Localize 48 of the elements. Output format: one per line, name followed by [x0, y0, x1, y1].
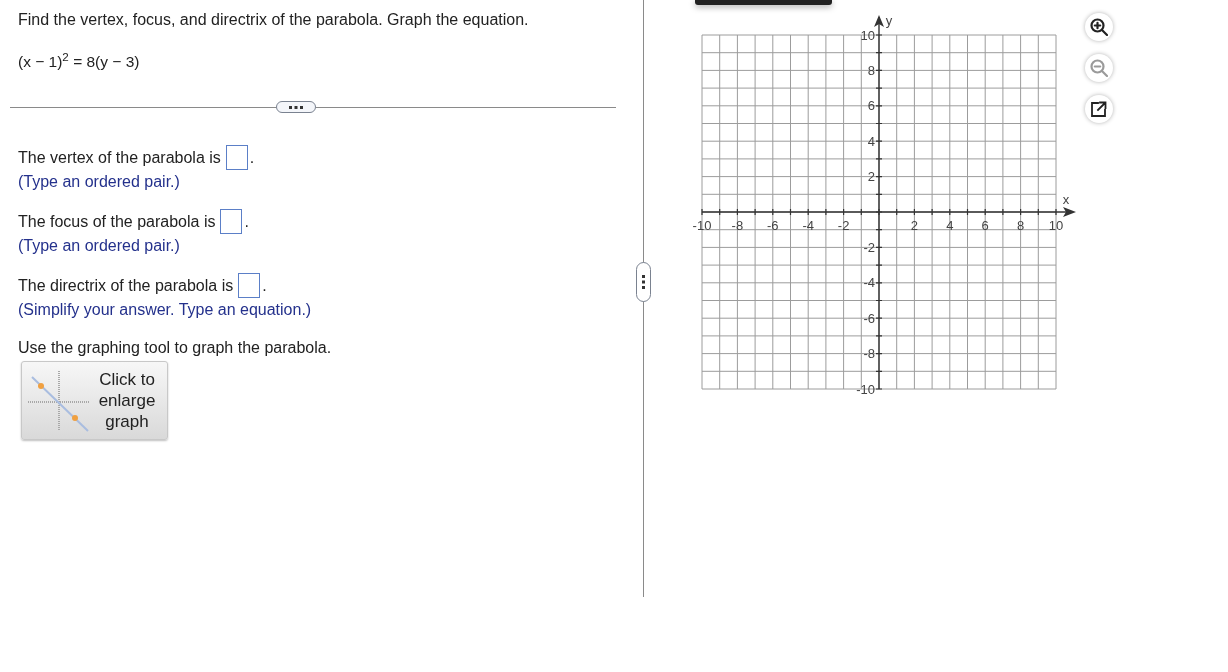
tick-label: -2: [863, 239, 875, 255]
tick-label: 2: [910, 217, 918, 233]
tick-label: 8: [867, 62, 875, 78]
answer-prompt: The directrix of the parabola is: [18, 275, 234, 296]
popout-button[interactable]: [1085, 95, 1113, 123]
tick-label: 4: [946, 217, 954, 233]
tick-label: -10: [856, 381, 875, 397]
resize-handle[interactable]: [636, 262, 651, 302]
answer-prompt: The focus of the parabola is: [18, 211, 216, 232]
tick-label: 6: [981, 217, 989, 233]
axis-label: y: [885, 12, 893, 28]
answer-box[interactable]: [238, 273, 261, 298]
tick-label: -4: [863, 275, 875, 291]
tick-label: -8: [863, 346, 875, 362]
answer-prompt: The vertex of the parabola is: [18, 147, 221, 168]
period-text: .: [249, 147, 255, 168]
zoom-out-icon: [1090, 59, 1108, 77]
tick-label: 10: [1048, 217, 1064, 233]
question-text: Find the vertex, focus, and directrix of the parabola. Graph the equation.: [18, 10, 529, 30]
tick-label: -2: [837, 217, 850, 233]
tick-label: 2: [867, 169, 875, 185]
tick-label: 4: [867, 133, 875, 149]
answer-hint: (Simplify your answer. Type an equation.): [18, 300, 312, 320]
tick-label: -6: [767, 217, 779, 233]
period-text: .: [244, 211, 249, 232]
graph-icon: [28, 368, 92, 433]
tick-label: 8: [1017, 217, 1025, 233]
ellipsis-icon: [642, 275, 645, 289]
tick-label: -8: [731, 217, 744, 233]
instruction-text: Use the graphing tool to graph the parabola.: [18, 338, 332, 358]
zoom-in-button[interactable]: [1085, 13, 1113, 41]
tick-label: -4: [802, 217, 814, 233]
tick-label: 6: [867, 98, 875, 114]
enlarge-graph-button[interactable]: Click to enlarge graph: [21, 361, 168, 440]
axis-label: x: [1062, 191, 1070, 207]
tick-label: -6: [863, 310, 875, 326]
period-text: .: [262, 275, 267, 296]
external-link-icon: [1091, 101, 1107, 117]
answer-hint: (Type an ordered pair.): [18, 172, 180, 192]
equation-text: (x − 1)$^{2}$ = 8(y − 3): [18, 52, 140, 72]
answer-box[interactable]: [225, 145, 248, 170]
tick-label: -10: [692, 217, 712, 233]
expand-button[interactable]: [276, 101, 316, 113]
ellipsis-icon: [289, 105, 303, 109]
answer-box[interactable]: [220, 209, 243, 234]
answer-hint: (Type an ordered pair.): [18, 236, 180, 256]
tick-label: 10: [860, 27, 875, 43]
zoom-in-icon: [1090, 18, 1108, 36]
